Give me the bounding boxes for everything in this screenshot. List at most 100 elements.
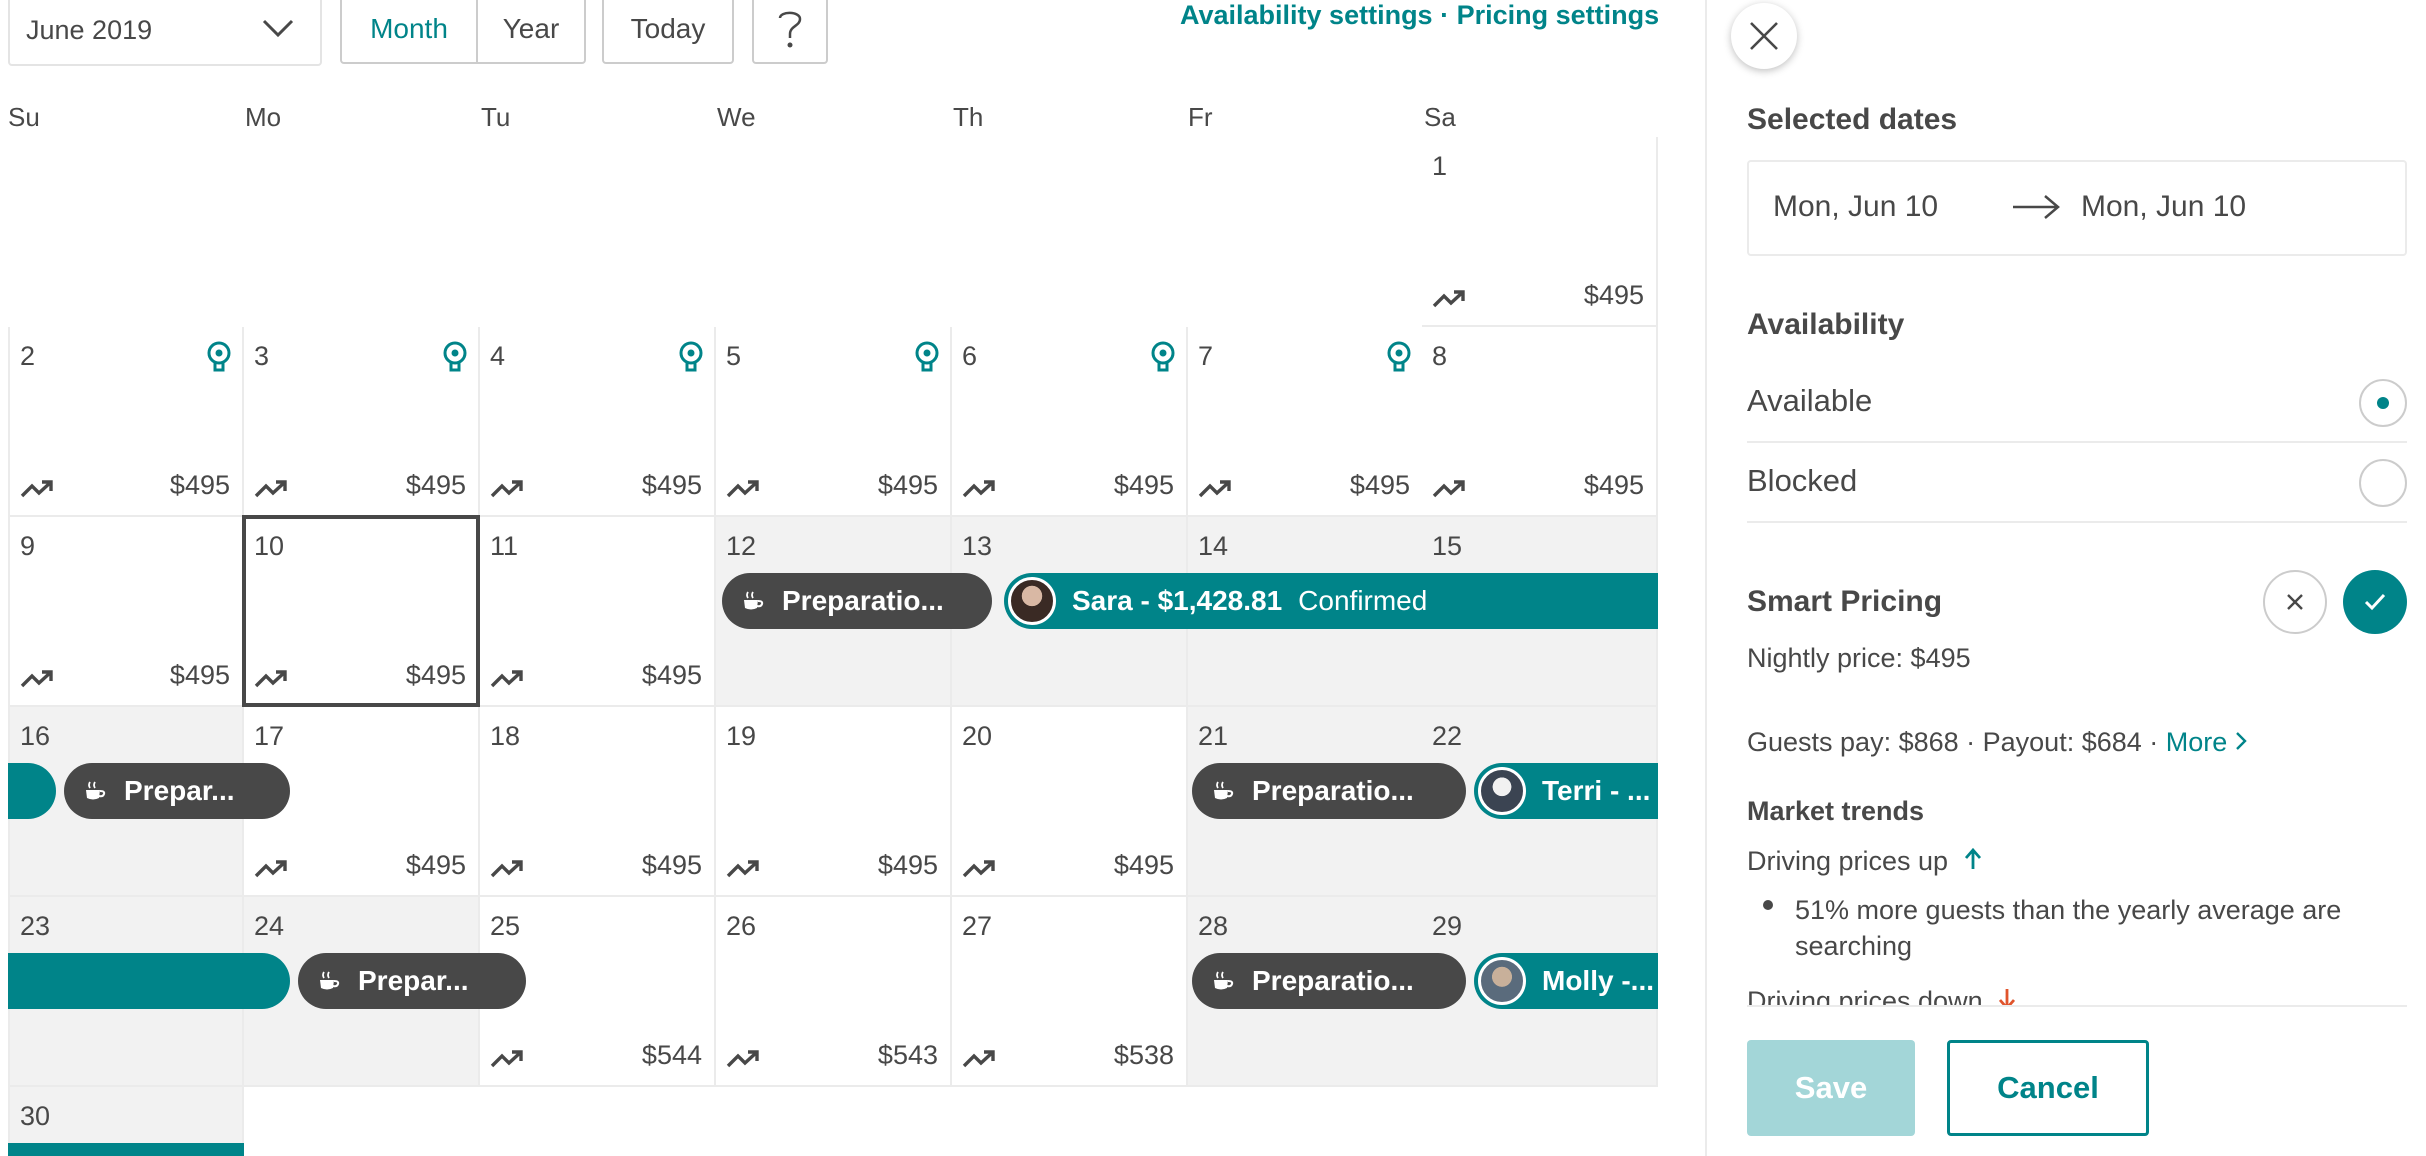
trend-up-arrow-icon bbox=[490, 480, 523, 498]
day-number: 24 bbox=[254, 911, 285, 941]
reservation-status: Confirmed bbox=[1298, 585, 1428, 616]
day-cell[interactable]: 18 $495 bbox=[480, 707, 716, 897]
day-cell[interactable]: 9 $495 bbox=[8, 517, 244, 707]
pricing-settings-link[interactable]: Pricing settings bbox=[1457, 0, 1660, 30]
day-number: 20 bbox=[962, 721, 993, 751]
guest-avatar bbox=[1478, 957, 1526, 1005]
month-select[interactable]: June 2019 bbox=[8, 0, 322, 66]
help-button[interactable] bbox=[752, 0, 828, 64]
reservation-bar[interactable] bbox=[8, 1143, 244, 1156]
preparation-block[interactable]: Preparatio... bbox=[1192, 953, 1466, 1009]
day-number: 14 bbox=[1198, 531, 1229, 561]
trend-up-arrow-icon bbox=[962, 1050, 995, 1068]
preparation-block[interactable]: Prepar... bbox=[298, 953, 526, 1009]
start-date[interactable]: Mon, Jun 10 bbox=[1773, 190, 1938, 224]
day-price: $495 bbox=[405, 470, 466, 500]
preparation-label: Preparatio... bbox=[782, 585, 944, 616]
day-number: 13 bbox=[962, 531, 993, 561]
x-icon bbox=[2287, 594, 2303, 610]
preparation-block[interactable]: Preparatio... bbox=[722, 573, 992, 629]
smart-pricing-on-button[interactable] bbox=[2343, 570, 2407, 634]
day-number: 26 bbox=[726, 911, 757, 941]
trend-up-arrow-icon bbox=[1198, 480, 1231, 498]
chevron-right-icon bbox=[2235, 732, 2247, 750]
preparation-label: Prepar... bbox=[358, 965, 469, 996]
day-number: 15 bbox=[1432, 531, 1463, 561]
day-cell[interactable]: 27 $538 bbox=[952, 897, 1188, 1087]
lightbulb-icon bbox=[915, 341, 939, 372]
question-mark-icon bbox=[778, 11, 802, 48]
day-cell[interactable]: 6 $495 bbox=[952, 327, 1188, 517]
right-arrow-icon bbox=[2013, 195, 2060, 219]
day-cell[interactable]: 5 $495 bbox=[716, 327, 952, 517]
available-label: Available bbox=[1747, 383, 1873, 418]
trend-up-arrow-icon bbox=[962, 860, 995, 878]
more-link-label: More bbox=[2165, 727, 2228, 757]
close-panel-button[interactable] bbox=[1731, 3, 1797, 69]
coffee-cup-icon bbox=[1214, 781, 1234, 800]
day-price: $495 bbox=[641, 850, 702, 880]
day-number: 28 bbox=[1198, 911, 1229, 941]
lightbulb-icon bbox=[1387, 341, 1411, 372]
trend-up-arrow-icon bbox=[962, 480, 995, 498]
blocked-label: Blocked bbox=[1747, 463, 1858, 498]
available-radio[interactable] bbox=[2359, 379, 2407, 427]
day-cell[interactable]: 4 $495 bbox=[480, 327, 716, 517]
day-cell[interactable]: 26 $543 bbox=[716, 897, 952, 1087]
day-number: 16 bbox=[20, 721, 51, 751]
weekday-label: Su bbox=[8, 102, 40, 132]
bullet-dot bbox=[1763, 900, 1773, 910]
day-cell[interactable]: 11 $495 bbox=[480, 517, 716, 707]
day-cell[interactable]: 19 $495 bbox=[716, 707, 952, 897]
lightbulb-icon bbox=[443, 341, 467, 372]
calendar-grid: 1 $495 2 $495 3 $495 4 $495 5 $495 6 $49… bbox=[8, 137, 1658, 1156]
market-trends-title: Market trends bbox=[1747, 796, 1925, 826]
month-select-value: June 2019 bbox=[26, 14, 153, 45]
available-option[interactable]: Available bbox=[1747, 363, 2407, 443]
preparation-block[interactable]: Preparatio... bbox=[1192, 763, 1466, 819]
selected-dates-panel: Selected dates Mon, Jun 10 Mon, Jun 10 A… bbox=[1705, 0, 2426, 1156]
availability-settings-link[interactable]: Availability settings bbox=[1180, 0, 1433, 30]
save-button[interactable]: Save bbox=[1747, 1040, 1915, 1136]
day-cell[interactable]: 7 $495 bbox=[1188, 327, 1424, 517]
trend-up-arrow-icon bbox=[20, 480, 53, 498]
day-cell[interactable]: 3 $495 bbox=[244, 327, 480, 517]
day-price: $544 bbox=[641, 1040, 702, 1070]
driving-down-label: Driving prices down bbox=[1747, 986, 1983, 1006]
day-cell[interactable]: 20 $495 bbox=[952, 707, 1188, 897]
preparation-block[interactable]: Prepar... bbox=[64, 763, 290, 819]
view-year-button[interactable]: Year bbox=[476, 0, 586, 64]
day-price: $538 bbox=[1113, 1040, 1174, 1070]
day-price: $543 bbox=[877, 1040, 938, 1070]
day-cell-selected[interactable]: 10 $495 bbox=[242, 515, 480, 707]
smart-pricing-off-button[interactable] bbox=[2263, 570, 2327, 634]
day-price: $495 bbox=[1349, 470, 1410, 500]
day-price: $495 bbox=[641, 660, 702, 690]
more-link[interactable]: More bbox=[2166, 727, 2247, 757]
reservation-bar[interactable]: Terri - ... bbox=[1474, 763, 1658, 819]
date-range-field[interactable]: Mon, Jun 10 Mon, Jun 10 bbox=[1747, 160, 2407, 256]
trend-up-arrow-icon bbox=[490, 860, 523, 878]
guest-avatar bbox=[1008, 577, 1056, 625]
blocked-option[interactable]: Blocked bbox=[1747, 443, 2407, 523]
smart-pricing-title: Smart Pricing bbox=[1747, 585, 1943, 618]
cancel-button[interactable]: Cancel bbox=[1947, 1040, 2149, 1136]
blocked-radio[interactable] bbox=[2359, 459, 2407, 507]
coffee-cup-icon bbox=[1214, 971, 1234, 990]
driving-prices-up: Driving prices up bbox=[1747, 846, 1982, 877]
preparation-label: Preparatio... bbox=[1252, 965, 1414, 996]
day-cell[interactable]: 1 $495 bbox=[1422, 137, 1658, 327]
end-date[interactable]: Mon, Jun 10 bbox=[2081, 190, 2246, 224]
today-button[interactable]: Today bbox=[602, 0, 734, 64]
reservation-bar[interactable]: Sara - $1,428.81 Confirmed bbox=[1004, 573, 1658, 629]
day-cell[interactable]: 8 $495 bbox=[1422, 327, 1658, 517]
trend-up-arrow-icon bbox=[254, 670, 287, 688]
day-price: $495 bbox=[169, 470, 230, 500]
day-number: 4 bbox=[490, 341, 506, 371]
view-month-button[interactable]: Month bbox=[340, 0, 478, 64]
reservation-bar[interactable]: Molly -... bbox=[1474, 953, 1658, 1009]
day-number: 9 bbox=[20, 531, 36, 561]
market-trends-overflow: Driving prices down bbox=[1707, 980, 2426, 1006]
day-cell[interactable]: 2 $495 bbox=[8, 327, 244, 517]
reservation-bar[interactable] bbox=[8, 953, 290, 1009]
